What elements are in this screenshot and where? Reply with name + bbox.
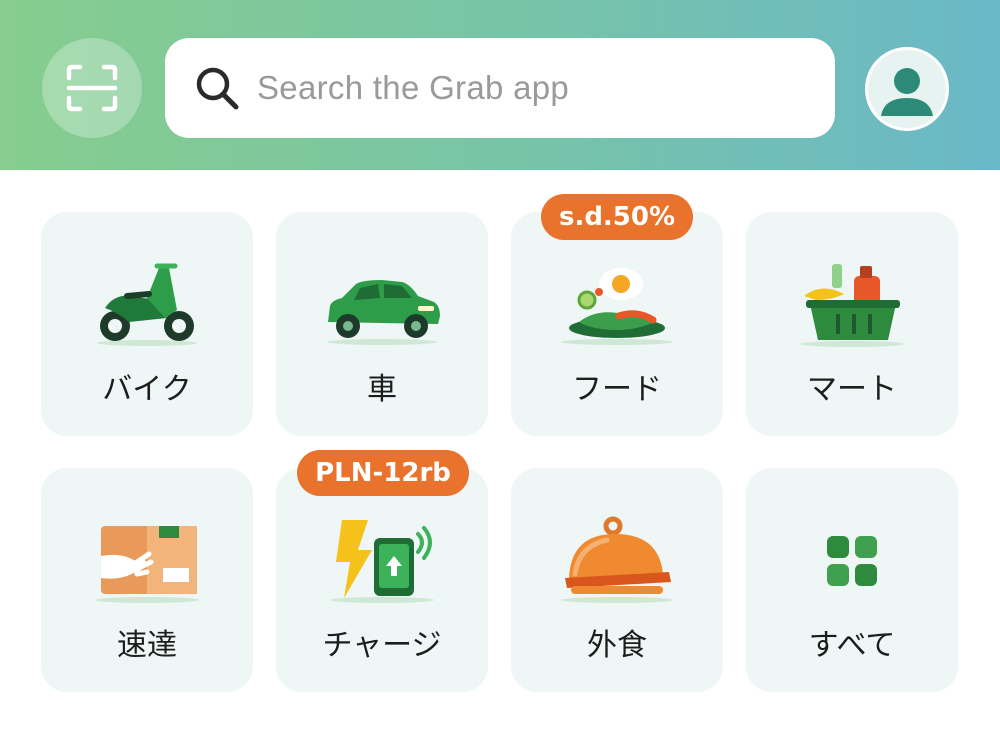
- service-tile-all[interactable]: すべて: [746, 468, 958, 692]
- search-icon: [193, 64, 241, 112]
- service-tile-bike[interactable]: バイク: [41, 212, 253, 436]
- service-label: 車: [367, 372, 397, 407]
- all-services-grid-icon: [827, 536, 877, 586]
- topup-bolt-phone-icon: [330, 520, 434, 603]
- promo-badge: s.d.50%: [541, 194, 693, 240]
- top-header: Search the Grab app: [0, 0, 1000, 170]
- service-tile-mart[interactable]: マート: [746, 212, 958, 436]
- service-label: バイク: [102, 372, 192, 407]
- service-tile-charge[interactable]: チャージ: [276, 468, 488, 692]
- profile-avatar[interactable]: [865, 47, 949, 131]
- service-tile-express[interactable]: 速達: [41, 468, 253, 692]
- service-label: フード: [572, 372, 662, 407]
- search-bar[interactable]: Search the Grab app: [165, 38, 835, 138]
- service-label: 速達: [117, 628, 177, 663]
- promo-badge: PLN-12rb: [297, 450, 469, 496]
- dining-cloche-icon: [561, 516, 673, 603]
- service-label: 外食: [587, 628, 647, 663]
- service-label: マート: [807, 372, 897, 407]
- user-avatar-icon: [868, 50, 946, 128]
- car-icon: [327, 280, 440, 345]
- parcel-hand-icon: [95, 526, 199, 603]
- scan-button[interactable]: [42, 38, 142, 138]
- service-label: チャージ: [322, 628, 442, 663]
- service-label: すべて: [808, 628, 896, 663]
- search-placeholder: Search the Grab app: [257, 69, 570, 106]
- service-tile-food[interactable]: フード: [511, 212, 723, 436]
- service-tile-dine-out[interactable]: 外食: [511, 468, 723, 692]
- motorbike-icon: [97, 263, 197, 346]
- grocery-basket-icon: [800, 264, 904, 347]
- scan-icon: [66, 64, 118, 112]
- food-plate-icon: [561, 268, 673, 345]
- service-tile-car[interactable]: 車: [276, 212, 488, 436]
